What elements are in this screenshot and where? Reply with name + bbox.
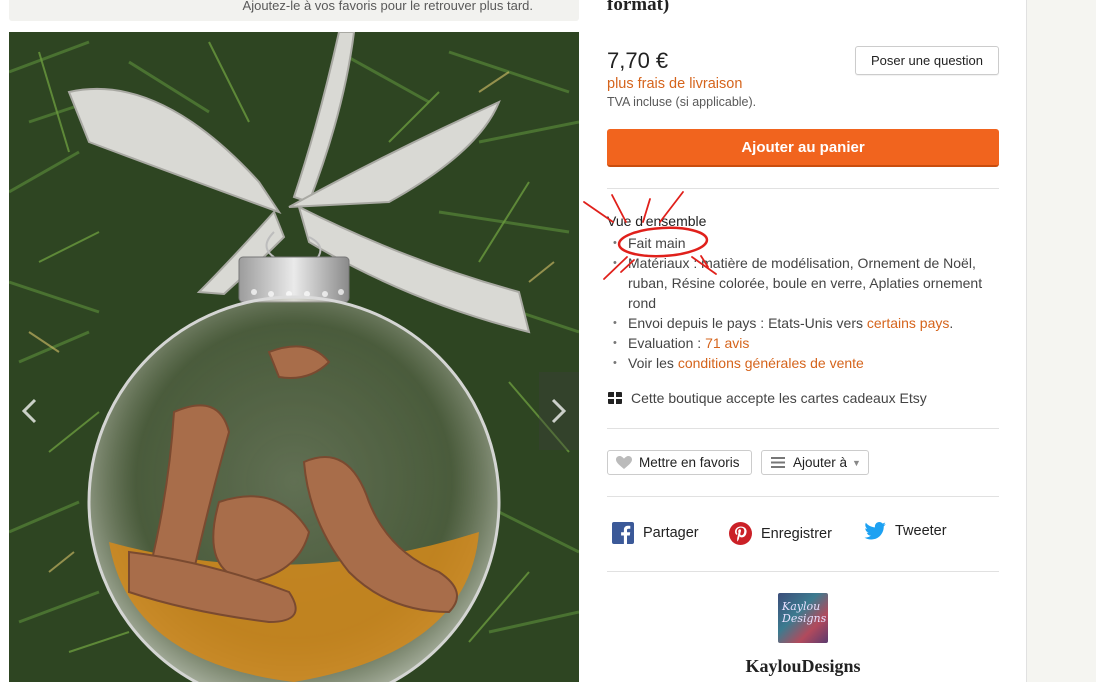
list-item-terms: Voir les conditions générales de vente bbox=[607, 353, 999, 373]
gift-card-icon bbox=[608, 392, 622, 404]
christmas-ornament-image bbox=[9, 32, 579, 682]
twitter-label: Tweeter bbox=[895, 523, 947, 539]
favorites-hint-banner: Ajoutez-le à vos favoris pour le retrouv… bbox=[9, 0, 579, 21]
divider bbox=[607, 188, 999, 189]
caret-down-icon: ▼ bbox=[852, 457, 861, 468]
price: 7,70 € bbox=[607, 48, 669, 73]
list-item-materials: Matériaux : matière de modélisation, Orn… bbox=[607, 253, 999, 313]
chevron-right-icon bbox=[551, 398, 567, 424]
facebook-label: Partager bbox=[643, 525, 699, 541]
terms-link[interactable]: conditions générales de vente bbox=[678, 355, 864, 371]
overview-heading: Vue d'ensemble bbox=[607, 213, 707, 229]
terms-label: Voir les bbox=[628, 355, 678, 371]
materials-text: Matériaux : matière de modélisation, Orn… bbox=[628, 255, 983, 311]
shop-name[interactable]: KaylouDesigns bbox=[607, 656, 999, 677]
pinterest-icon bbox=[729, 522, 752, 545]
list-item-handmade: Fait main bbox=[607, 233, 999, 253]
ask-question-button[interactable]: Poser une question bbox=[855, 46, 999, 75]
ships-from-suffix: . bbox=[949, 315, 954, 331]
list-item-rating: Evaluation : 71 avis bbox=[607, 333, 999, 353]
shop-avatar-text: Kaylou Designs bbox=[782, 600, 827, 625]
next-image-button[interactable] bbox=[539, 372, 579, 450]
divider bbox=[607, 428, 999, 429]
favorite-button[interactable]: Mettre en favoris bbox=[607, 450, 752, 475]
shipping-note[interactable]: plus frais de livraison bbox=[607, 76, 742, 92]
ships-from-text: Envoi depuis le pays : Etats-Unis vers bbox=[628, 315, 867, 331]
previous-image-button[interactable] bbox=[9, 372, 49, 450]
twitter-icon bbox=[864, 522, 886, 540]
favorite-label: Mettre en favoris bbox=[639, 455, 740, 470]
reviews-link[interactable]: 71 avis bbox=[705, 335, 749, 351]
share-facebook-button[interactable]: Partager bbox=[612, 522, 699, 544]
favorites-hint-text: Ajoutez-le à vos favoris pour le retrouv… bbox=[242, 0, 533, 13]
divider bbox=[607, 496, 999, 497]
gift-card-text: Cette boutique accepte les cartes cadeau… bbox=[631, 390, 927, 406]
share-twitter-button[interactable]: Tweeter bbox=[864, 522, 947, 540]
shop-avatar[interactable]: Kaylou Designs bbox=[778, 593, 828, 643]
gift-card-notice: Cette boutique accepte les cartes cadeau… bbox=[607, 390, 927, 406]
handmade-label: Fait main bbox=[628, 235, 686, 251]
certain-countries-link[interactable]: certains pays bbox=[867, 315, 949, 331]
share-pinterest-button[interactable]: Enregistrer bbox=[729, 522, 832, 545]
chevron-left-icon bbox=[21, 398, 37, 424]
add-to-cart-button[interactable]: Ajouter au panier bbox=[607, 129, 999, 167]
add-to-list-button[interactable]: Ajouter à ▼ bbox=[761, 450, 869, 475]
add-to-label: Ajouter à bbox=[793, 455, 848, 470]
product-photo[interactable] bbox=[9, 32, 579, 682]
list-item-ships-from: Envoi depuis le pays : Etats-Unis vers c… bbox=[607, 313, 999, 333]
facebook-icon bbox=[612, 522, 634, 544]
pinterest-label: Enregistrer bbox=[761, 525, 832, 542]
listing-title: format) bbox=[607, 0, 670, 15]
rating-label: Evaluation : bbox=[628, 335, 706, 351]
list-icon bbox=[771, 457, 785, 468]
tva-note: TVA incluse (si applicable). bbox=[607, 95, 757, 109]
divider bbox=[607, 571, 999, 572]
listing-page: Ajoutez-le à vos favoris pour le retrouv… bbox=[0, 0, 1027, 682]
heart-icon bbox=[616, 455, 632, 469]
overview-list: Fait main Matériaux : matière de modélis… bbox=[607, 233, 999, 373]
